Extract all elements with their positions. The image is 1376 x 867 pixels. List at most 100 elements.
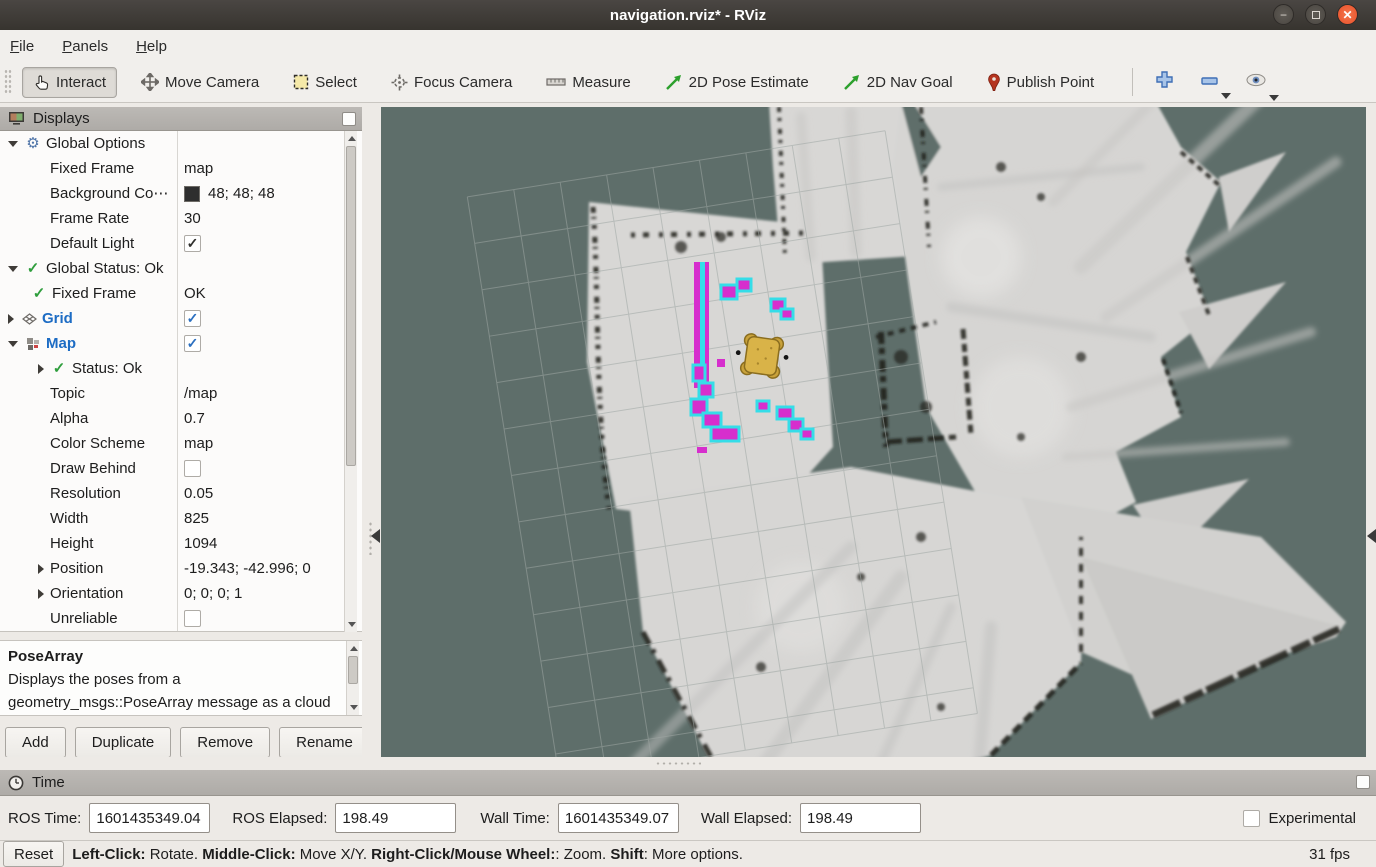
tree-row-draw-behind[interactable]: Draw Behind xyxy=(0,456,362,481)
row-label: Topic xyxy=(50,381,85,406)
measure-tool-button[interactable]: Measure xyxy=(536,68,640,97)
description-line: Displays the poses from a xyxy=(8,668,346,691)
tree-row-topic[interactable]: Topic /map xyxy=(0,381,362,406)
row-label: Color Scheme xyxy=(50,431,145,456)
duplicate-button[interactable]: Duplicate xyxy=(75,727,172,758)
checkbox-checked[interactable]: ✓ xyxy=(184,310,201,327)
wall-elapsed-input[interactable] xyxy=(800,803,921,833)
tree-row-resolution[interactable]: Resolution 0.05 xyxy=(0,481,362,506)
checkbox-checked[interactable]: ✓ xyxy=(184,235,201,252)
expand-arrow-icon[interactable] xyxy=(38,564,44,574)
row-value[interactable]: /map xyxy=(184,381,217,406)
interact-tool-button[interactable]: Interact xyxy=(22,67,117,98)
tree-row-map[interactable]: Map ✓ xyxy=(0,331,362,356)
3d-viewport[interactable] xyxy=(381,107,1366,757)
tree-row-fixed-frame-status[interactable]: ✓Fixed Frame OK xyxy=(0,281,362,306)
tree-row-global-options[interactable]: ⚙Global Options xyxy=(0,131,362,156)
display-description: PoseArray Displays the poses from a geom… xyxy=(0,640,362,716)
row-value[interactable]: 30 xyxy=(184,206,201,231)
add-button[interactable]: Add xyxy=(5,727,66,758)
row-value: 825 xyxy=(184,506,209,531)
remove-button[interactable]: Remove xyxy=(180,727,270,758)
tree-row-fixed-frame[interactable]: Fixed Frame map xyxy=(0,156,362,181)
expand-arrow-icon[interactable] xyxy=(8,141,18,147)
menu-help[interactable]: Help xyxy=(136,38,167,55)
maximize-button[interactable] xyxy=(1305,4,1326,25)
close-button[interactable]: ✕ xyxy=(1337,4,1358,25)
row-value[interactable]: map xyxy=(184,156,213,181)
publish-point-tool-button[interactable]: Publish Point xyxy=(977,67,1105,98)
add-tool-button[interactable] xyxy=(1147,66,1182,98)
tree-row-default-light[interactable]: Default Light ✓ xyxy=(0,231,362,256)
experimental-checkbox[interactable] xyxy=(1243,810,1260,827)
tree-row-background-color[interactable]: Background Co⋯ 48; 48; 48 xyxy=(0,181,362,206)
focus-camera-tool-button[interactable]: Focus Camera xyxy=(381,68,522,97)
ros-time-input[interactable] xyxy=(89,803,210,833)
menu-panels[interactable]: Panels xyxy=(62,38,108,55)
expand-arrow-icon[interactable] xyxy=(8,314,14,324)
tree-row-color-scheme[interactable]: Color Scheme map xyxy=(0,431,362,456)
pose-estimate-tool-button[interactable]: 2D Pose Estimate xyxy=(655,67,819,97)
tree-row-position[interactable]: Position -19.343; -42.996; 0 xyxy=(0,556,362,581)
nav-goal-tool-button[interactable]: 2D Nav Goal xyxy=(833,67,963,97)
map-pin-icon xyxy=(987,73,1001,92)
checkbox-unchecked[interactable] xyxy=(184,460,201,477)
row-value[interactable]: map xyxy=(184,431,213,456)
time-panel-header[interactable]: Time xyxy=(0,770,1376,796)
ros-elapsed-input[interactable] xyxy=(335,803,456,833)
tree-row-global-status[interactable]: ✓Global Status: Ok xyxy=(0,256,362,281)
toolbar-drag-handle[interactable] xyxy=(4,69,12,95)
row-value[interactable]: 48; 48; 48 xyxy=(208,181,275,206)
collapse-left-icon[interactable] xyxy=(1367,529,1376,543)
right-panel-splitter[interactable] xyxy=(1366,103,1376,765)
tree-row-height[interactable]: Height 1094 xyxy=(0,531,362,556)
tool-label: Move Camera xyxy=(165,74,259,91)
tree-row-frame-rate[interactable]: Frame Rate 30 xyxy=(0,206,362,231)
green-arrow-icon xyxy=(843,73,861,91)
panel-float-button[interactable] xyxy=(1356,775,1370,789)
move-camera-tool-button[interactable]: Move Camera xyxy=(131,67,269,97)
expand-arrow-icon[interactable] xyxy=(8,341,18,347)
minimize-button[interactable]: − xyxy=(1273,4,1294,25)
wall-time-input[interactable] xyxy=(558,803,679,833)
select-tool-button[interactable]: Select xyxy=(283,68,367,97)
title-bar[interactable]: navigation.rviz* - RViz − ✕ xyxy=(0,0,1376,30)
green-arrow-icon xyxy=(665,73,683,91)
scroll-up-icon[interactable] xyxy=(345,132,358,145)
tree-row-grid[interactable]: Grid ✓ xyxy=(0,306,362,331)
scrollbar-handle[interactable] xyxy=(346,146,356,466)
row-label: Orientation xyxy=(50,581,123,606)
tree-row-width[interactable]: Width 825 xyxy=(0,506,362,531)
expand-arrow-icon[interactable] xyxy=(8,266,18,272)
menu-file[interactable]: File xyxy=(10,38,34,55)
scroll-down-icon[interactable] xyxy=(345,618,358,631)
scroll-down-icon[interactable] xyxy=(347,701,360,714)
scrollbar-handle[interactable] xyxy=(348,656,358,684)
color-swatch[interactable] xyxy=(184,186,200,202)
scroll-up-icon[interactable] xyxy=(347,642,360,655)
tree-row-map-status[interactable]: ✓Status: Ok xyxy=(0,356,362,381)
checkbox-unchecked[interactable] xyxy=(184,610,201,627)
collapse-left-icon[interactable] xyxy=(371,529,380,543)
panel-splitter[interactable] xyxy=(362,103,381,765)
tree-row-unreliable[interactable]: Unreliable xyxy=(0,606,362,631)
wall-time-field: Wall Time: xyxy=(472,803,678,833)
panel-float-button[interactable] xyxy=(342,112,356,126)
tree-row-orientation[interactable]: Orientation 0; 0; 0; 1 xyxy=(0,581,362,606)
expand-arrow-icon[interactable] xyxy=(38,364,44,374)
row-label: Height xyxy=(50,531,93,556)
row-value[interactable]: 0.7 xyxy=(184,406,205,431)
rename-button[interactable]: Rename xyxy=(279,727,370,758)
tree-scrollbar[interactable] xyxy=(344,131,357,632)
displays-panel-header[interactable]: Displays xyxy=(0,107,362,131)
expand-arrow-icon[interactable] xyxy=(38,589,44,599)
tool-options-button[interactable] xyxy=(1237,68,1275,97)
reset-button[interactable]: Reset xyxy=(3,841,64,867)
checkbox-checked[interactable]: ✓ xyxy=(184,335,201,352)
remove-tool-button[interactable] xyxy=(1192,69,1227,95)
tree-row-alpha[interactable]: Alpha 0.7 xyxy=(0,406,362,431)
displays-tree[interactable]: ⚙Global Options Fixed Frame map Backgrou… xyxy=(0,131,362,632)
description-scrollbar[interactable] xyxy=(346,641,359,715)
time-splitter[interactable] xyxy=(0,757,1376,770)
grid-display-icon xyxy=(20,313,38,325)
